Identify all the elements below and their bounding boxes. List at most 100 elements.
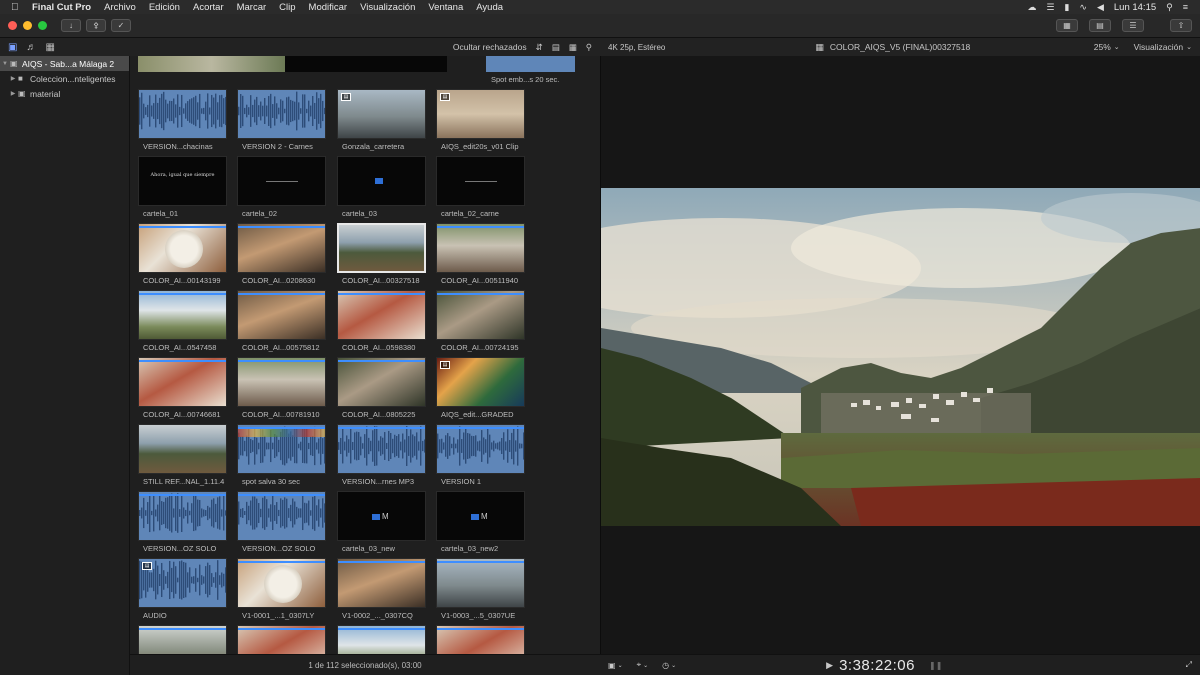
import-button[interactable]: ↓ [61, 19, 81, 32]
partial-thumbnail[interactable] [486, 56, 575, 72]
clip-tile[interactable] [436, 625, 525, 654]
clip-appearance-icon[interactable]: ▤ [552, 42, 560, 53]
clip-tile[interactable]: VERSION 2 - Carnes [237, 89, 326, 151]
clip-tile[interactable] [138, 625, 227, 654]
inspector-toggle-button[interactable]: ☰ [1122, 19, 1144, 32]
clip-tile[interactable]: cartela_02_carne [436, 156, 525, 218]
clip-thumbnail[interactable] [237, 223, 326, 273]
browser-search-icon[interactable]: ⚲ [586, 42, 592, 53]
notification-list-icon[interactable]: ≡ [1183, 2, 1188, 12]
clip-tile[interactable]: V1-0003_...5_0307UE [436, 558, 525, 620]
share-button[interactable]: ⇧ [1170, 19, 1192, 32]
clip-thumbnail[interactable] [138, 89, 227, 139]
clip-thumbnail[interactable] [138, 223, 227, 273]
clip-tile[interactable]: Ahora, igual que siempre cartela_01 [138, 156, 227, 218]
library-root[interactable]: ▼ ▣ AIQS - Sab...a Málaga 2 [0, 56, 129, 71]
chevron-down-icon[interactable]: ⌄ [671, 662, 676, 669]
keywords-button[interactable]: ⚴ [86, 19, 106, 32]
filmstrip-icon[interactable]: ▦ [569, 42, 577, 53]
apple-menu-icon[interactable]:  [11, 2, 23, 13]
clip-tile[interactable]: VERSION 1 [436, 424, 525, 486]
audio-meters-icon[interactable]: ❚❚ [929, 661, 942, 670]
clip-thumbnail[interactable] [337, 156, 426, 206]
menubar-clock[interactable]: Lun 14:15 [1114, 2, 1156, 13]
menu-acortar[interactable]: Acortar [193, 2, 224, 13]
clip-tile[interactable]: STILL REF...NAL_1.11.4 [138, 424, 227, 486]
clip-tile[interactable]: cartela_03 [337, 156, 426, 218]
clip-thumbnail[interactable] [138, 625, 227, 654]
menu-ayuda[interactable]: Ayuda [476, 2, 503, 13]
disclosure-closed-icon[interactable]: ▶ [8, 90, 18, 97]
clip-tile[interactable]: Mcartela_03_new [337, 491, 426, 553]
chevron-down-icon[interactable]: ⌄ [618, 662, 623, 669]
clip-tile[interactable]: VERSION...OZ SOLO [138, 491, 227, 553]
clip-thumbnail[interactable] [237, 491, 326, 541]
layout-timeline-button[interactable]: ▤ [1089, 19, 1111, 32]
clip-thumbnail[interactable] [436, 223, 525, 273]
clip-tile[interactable]: COLOR_AI...0208630 [237, 223, 326, 285]
wifi-icon[interactable]: ∿ [1079, 2, 1087, 13]
disclosure-closed-icon[interactable]: ▶ [8, 75, 18, 82]
clip-tile[interactable]: ▤ AIQS_edit...GRADED [436, 357, 525, 419]
menu-visualizacion[interactable]: Visualización [360, 2, 415, 13]
timecode-display[interactable]: 3:38:22:06 [839, 657, 915, 674]
clip-tile[interactable]: VERSION...rnes MP3 [337, 424, 426, 486]
libraries-tab-icon[interactable]: ▣ [8, 42, 17, 53]
clip-tile[interactable]: COLOR_AI...00575812 [237, 290, 326, 352]
menu-modificar[interactable]: Modificar [309, 2, 348, 13]
clip-thumbnail[interactable]: ▤ [138, 558, 227, 608]
clip-tile[interactable]: COLOR_AI...0547458 [138, 290, 227, 352]
speed-menu-icon[interactable]: ◷ [662, 661, 669, 670]
clip-thumbnail[interactable] [237, 424, 326, 474]
clip-thumbnail[interactable] [337, 558, 426, 608]
clip-thumbnail[interactable] [237, 290, 326, 340]
photos-audio-tab-icon[interactable]: ♬ [26, 42, 36, 53]
clip-thumbnail[interactable] [436, 156, 525, 206]
clip-tile[interactable]: COLOR_AI...00511940 [436, 223, 525, 285]
chevron-updown-icon[interactable]: ⇵ [536, 42, 543, 53]
sidebar-item-material[interactable]: ▶ ▣ material [0, 86, 129, 101]
background-tasks-button[interactable]: ✓ [111, 19, 131, 32]
zoom-window-button[interactable] [38, 21, 47, 30]
clip-thumbnail[interactable] [237, 558, 326, 608]
clip-tile[interactable]: V1-0002_..._0307CQ [337, 558, 426, 620]
clip-thumbnail[interactable] [237, 625, 326, 654]
chevron-down-icon[interactable]: ⌄ [643, 662, 648, 669]
clip-thumbnail[interactable]: ▤ [436, 89, 525, 139]
clip-thumbnail[interactable]: ▤ [436, 357, 525, 407]
clip-thumbnail[interactable] [337, 357, 426, 407]
clip-thumbnail[interactable] [337, 290, 426, 340]
clip-thumbnail[interactable]: Ahora, igual que siempre [138, 156, 227, 206]
clip-tile[interactable]: VERSION...OZ SOLO [237, 491, 326, 553]
clip-thumbnail[interactable] [436, 558, 525, 608]
clip-thumbnail[interactable] [237, 357, 326, 407]
menu-archivo[interactable]: Archivo [104, 2, 136, 13]
clip-thumbnail[interactable] [138, 290, 227, 340]
layout-browser-button[interactable]: ▦ [1056, 19, 1078, 32]
clip-tile[interactable]: ▤ AIQS_edit20s_v01 Clip [436, 89, 525, 151]
clip-tile[interactable]: COLOR_AI...0805225 [337, 357, 426, 419]
clip-thumbnail[interactable] [436, 625, 525, 654]
clip-tile[interactable]: COLOR_AI...00746681 [138, 357, 227, 419]
sidebar-item-smart-collections[interactable]: ▶ ■ Coleccion...nteligentes [0, 71, 129, 86]
clip-thumbnail[interactable] [436, 424, 525, 474]
clip-thumbnail[interactable] [138, 491, 227, 541]
clip-thumbnail[interactable] [138, 424, 227, 474]
clip-tile[interactable]: COLOR_AI...0598380 [337, 290, 426, 352]
menu-app-name[interactable]: Final Cut Pro [32, 2, 91, 13]
clip-tile[interactable]: Mcartela_03_new2 [436, 491, 525, 553]
disclosure-open-icon[interactable]: ▼ [0, 61, 10, 67]
stack-icon[interactable]: ☰ [1046, 2, 1054, 13]
cloud-status-icon[interactable]: ☁ [1027, 2, 1036, 13]
search-icon[interactable]: ⚲ [1166, 2, 1173, 13]
chevron-down-icon[interactable]: ⌄ [1186, 43, 1192, 51]
clip-tile[interactable]: COLOR_AI...00724195 [436, 290, 525, 352]
clip-tile[interactable]: VERSION...chacinas [138, 89, 227, 151]
clip-thumbnail[interactable]: ▤ [337, 89, 426, 139]
menu-clip[interactable]: Clip [279, 2, 295, 13]
clip-tile[interactable]: COLOR_AI...00781910 [237, 357, 326, 419]
minimize-window-button[interactable] [23, 21, 32, 30]
chevron-down-icon[interactable]: ⌄ [1114, 43, 1120, 51]
clip-tile[interactable]: COLOR_AI...00327518 [337, 223, 426, 285]
clip-thumbnail[interactable] [337, 424, 426, 474]
